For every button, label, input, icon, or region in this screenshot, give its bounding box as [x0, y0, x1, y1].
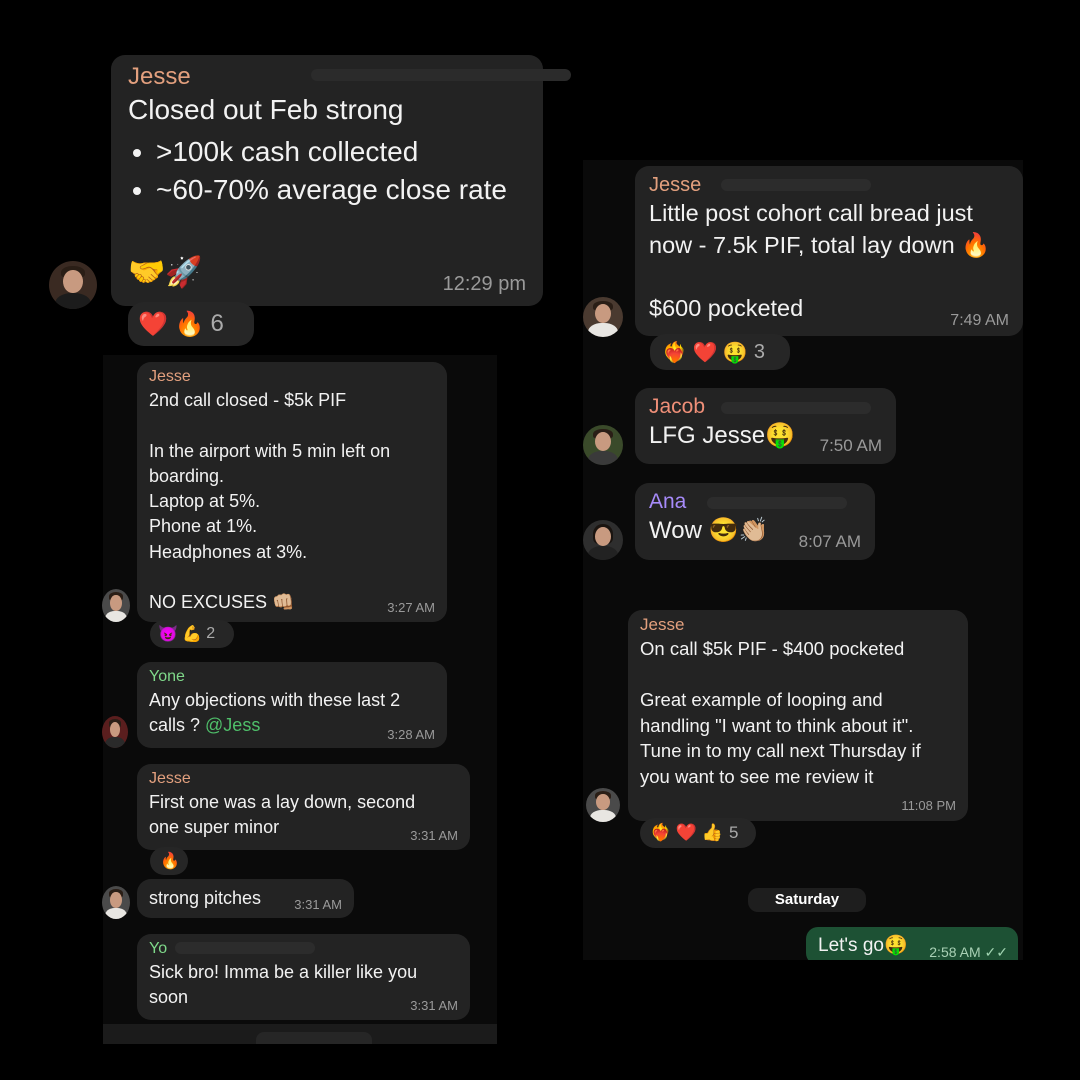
reaction-count: 6: [210, 310, 224, 337]
message-time: 7:50 AM: [819, 436, 882, 455]
mention-link[interactable]: @Jess: [205, 715, 260, 735]
message-bubble[interactable]: Ana Wow 😎👏🏼 8:07 AM: [635, 483, 875, 560]
message-bubble[interactable]: Jesse First one was a lay down, second o…: [137, 764, 470, 850]
avatar-jacob[interactable]: [583, 425, 623, 465]
message-time: 2:58 AM ✓✓: [929, 944, 1008, 961]
message-text: Closed out Feb strong: [128, 94, 404, 125]
avatar-jesse[interactable]: [102, 589, 130, 622]
sender-name[interactable]: Jesse: [149, 768, 458, 790]
blurred-username: [311, 69, 571, 81]
reaction-bar[interactable]: 🔥: [150, 847, 188, 875]
message-time: 3:31 AM: [294, 897, 342, 912]
message-time: 12:29 pm: [442, 273, 526, 295]
message-text-body: Any objections with these last 2 calls ?: [149, 690, 401, 736]
avatar-jesse[interactable]: [49, 261, 97, 309]
message-text: First one was a lay down, second one sup…: [149, 792, 416, 838]
sender-name[interactable]: Jesse: [640, 614, 956, 636]
message-bubble[interactable]: strong pitches 3:31 AM: [137, 879, 354, 918]
avatar-jesse[interactable]: [586, 788, 620, 822]
message-text: On call $5k PIF - $400 pocketed Great ex…: [640, 638, 921, 787]
message-text: Sick bro! Imma be a killer like you soon: [149, 962, 418, 1008]
input-bar-pill: [256, 1032, 372, 1044]
reaction-count: 3: [753, 340, 765, 363]
message-time-label: 2:58 AM: [929, 944, 981, 960]
blurred-username: [721, 402, 871, 414]
reaction-bar[interactable]: ❤️‍🔥 ❤️ 🤑 3: [650, 334, 790, 370]
message-bubble[interactable]: Yo Sick bro! Imma be a killer like you s…: [137, 934, 470, 1020]
message-time: 3:28 AM: [387, 727, 435, 742]
reaction-emojis: 😈 💪: [158, 626, 203, 643]
bullet-list: >100k cash collected ~60-70% average clo…: [128, 133, 526, 209]
reaction-bar[interactable]: ❤️‍🔥 ❤️ 👍 5: [640, 818, 756, 848]
message-bubble[interactable]: Jesse On call $5k PIF - $400 pocketed Gr…: [628, 610, 968, 821]
reaction-count: 5: [728, 823, 739, 842]
message-time: 7:49 AM: [950, 312, 1009, 329]
message-bubble[interactable]: Jacob LFG Jesse🤑 7:50 AM: [635, 388, 896, 464]
blurred-username: [707, 497, 847, 509]
avatar-jesse[interactable]: [102, 886, 130, 919]
bullet-item: ~60-70% average close rate: [156, 171, 526, 209]
reaction-emojis: ❤️ 🔥: [138, 310, 205, 338]
reaction-bar[interactable]: ❤️ 🔥 6: [128, 302, 254, 346]
avatar-yone[interactable]: [102, 716, 128, 748]
message-text: Little post cohort call bread just now -…: [649, 200, 991, 321]
message-time: 3:27 AM: [387, 600, 435, 615]
message-time: 3:31 AM: [410, 998, 458, 1013]
bullet-item: >100k cash collected: [156, 133, 526, 171]
reaction-bar[interactable]: 😈 💪 2: [150, 620, 234, 648]
message-bubble[interactable]: Yone Any objections with these last 2 ca…: [137, 662, 447, 748]
message-time: 3:31 AM: [410, 828, 458, 843]
sender-name[interactable]: Yone: [149, 666, 435, 688]
avatar-ana[interactable]: [583, 520, 623, 560]
message-bubble[interactable]: Jesse 2nd call closed - $5k PIF In the a…: [137, 362, 447, 622]
sender-name[interactable]: Jesse: [149, 366, 435, 388]
message-time: 11:08 PM: [901, 798, 956, 813]
message-text: 2nd call closed - $5k PIF In the airport…: [149, 390, 391, 613]
reaction-emojis: ❤️‍🔥 ❤️ 🤑: [662, 341, 748, 364]
reaction-emojis: ❤️‍🔥 ❤️ 👍: [650, 823, 723, 842]
blurred-username: [175, 942, 315, 954]
blurred-username: [721, 179, 871, 191]
date-separator: Saturday: [748, 888, 866, 912]
avatar-jesse[interactable]: [583, 297, 623, 337]
message-bubble[interactable]: Jesse Closed out Feb strong >100k cash c…: [111, 55, 571, 306]
message-bubble[interactable]: Jesse Little post cohort call bread just…: [635, 166, 1023, 336]
read-receipt-icon: ✓✓: [984, 944, 1008, 960]
emoji-row: 🤝🚀: [128, 256, 203, 289]
reaction-emojis: 🔥: [160, 853, 180, 870]
message-time: 8:07 AM: [798, 532, 861, 551]
crop-edge: [800, 960, 1030, 980]
reaction-count: 2: [206, 625, 216, 642]
